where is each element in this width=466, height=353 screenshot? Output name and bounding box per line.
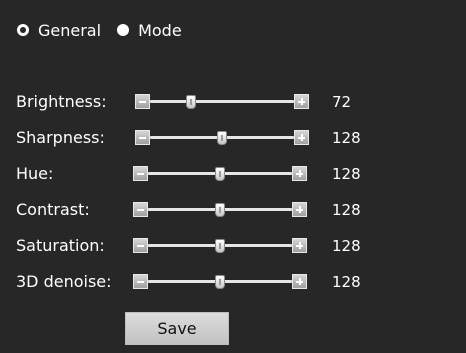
saturation-value: 128: [332, 237, 361, 255]
brightness-slider-thumb[interactable]: [185, 95, 196, 109]
radio-mode[interactable]: Mode: [117, 21, 182, 40]
setting-row-saturation: Saturation: 128: [16, 234, 456, 258]
radio-general-label: General: [38, 20, 102, 40]
contrast-value: 128: [332, 201, 361, 219]
3d-denoise-increase-icon[interactable]: [292, 274, 307, 289]
sharpness-value: 128: [332, 129, 361, 147]
setting-row-hue: Hue: 128: [16, 162, 456, 186]
brightness-decrease-icon[interactable]: [135, 94, 150, 109]
radio-general-icon: [17, 24, 29, 36]
3d-denoise-label: 3D denoise:: [16, 272, 112, 291]
settings-mode-radio-group: General Mode: [17, 18, 182, 42]
3d-denoise-decrease-icon[interactable]: [133, 274, 148, 289]
image-settings-panel: General Mode Brightness: 72 Sharpness: 1…: [0, 0, 466, 353]
brightness-label: Brightness:: [16, 92, 107, 111]
hue-increase-icon[interactable]: [292, 166, 307, 181]
contrast-label: Contrast:: [16, 200, 90, 219]
contrast-decrease-icon[interactable]: [133, 202, 148, 217]
sharpness-decrease-icon[interactable]: [135, 130, 150, 145]
3d-denoise-slider-thumb[interactable]: [215, 275, 226, 289]
settings-rows: Brightness: 72 Sharpness: 128 Hue: 128 C…: [16, 90, 456, 306]
setting-row-contrast: Contrast: 128: [16, 198, 456, 222]
hue-label: Hue:: [16, 164, 54, 183]
setting-row-sharpness: Sharpness: 128: [16, 126, 456, 150]
saturation-slider-thumb[interactable]: [215, 239, 226, 253]
brightness-value: 72: [332, 93, 352, 111]
hue-value: 128: [332, 165, 361, 183]
3d-denoise-value: 128: [332, 273, 361, 291]
sharpness-increase-icon[interactable]: [294, 130, 309, 145]
hue-decrease-icon[interactable]: [133, 166, 148, 181]
contrast-slider-thumb[interactable]: [215, 203, 226, 217]
radio-mode-label: Mode: [138, 20, 182, 40]
sharpness-label: Sharpness:: [16, 128, 105, 147]
save-button[interactable]: Save: [125, 312, 229, 345]
sharpness-slider-thumb[interactable]: [217, 131, 228, 145]
contrast-increase-icon[interactable]: [292, 202, 307, 217]
radio-mode-icon: [117, 24, 130, 36]
setting-row-3d-denoise: 3D denoise: 128: [16, 270, 456, 294]
saturation-increase-icon[interactable]: [292, 238, 307, 253]
brightness-slider-track[interactable]: [150, 100, 294, 103]
hue-slider-thumb[interactable]: [215, 167, 226, 181]
saturation-decrease-icon[interactable]: [133, 238, 148, 253]
radio-general[interactable]: General: [17, 21, 101, 40]
setting-row-brightness: Brightness: 72: [16, 90, 456, 114]
saturation-label: Saturation:: [16, 236, 105, 255]
brightness-increase-icon[interactable]: [294, 94, 309, 109]
